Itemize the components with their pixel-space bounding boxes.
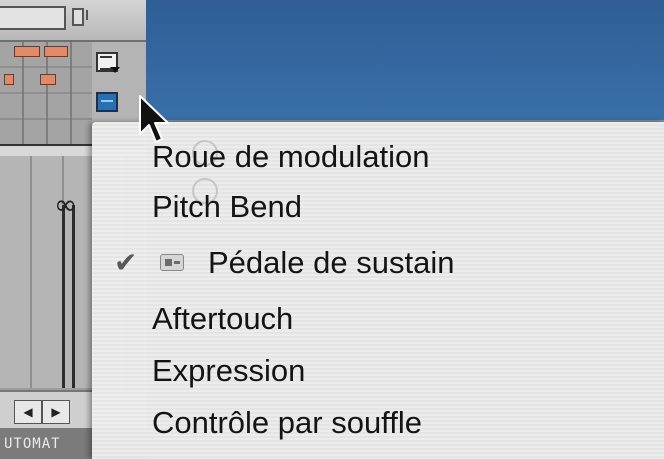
pedal-icon — [160, 254, 184, 271]
controller-popup-menu: Roue de modulation Pitch Bend ✔ Pédale d… — [92, 122, 664, 459]
note-block[interactable] — [14, 46, 40, 57]
menu-item-sustain-pedal[interactable]: ✔ Pédale de sustain — [92, 238, 664, 288]
menu-item-label: Aftertouch — [152, 301, 294, 336]
note-block[interactable] — [4, 74, 14, 85]
menu-item-label: Pédale de sustain — [208, 245, 455, 280]
toolbar-strip — [0, 0, 146, 42]
toolbar-divider — [86, 10, 94, 20]
menu-item-aftertouch[interactable]: Aftertouch — [92, 294, 664, 344]
toolbar-handle[interactable] — [72, 8, 84, 26]
controller-select-icon[interactable] — [96, 52, 120, 73]
note-block[interactable] — [40, 74, 56, 85]
menu-item-label: Roue de modulation — [152, 139, 430, 174]
arrow-right-icon: ▶ — [51, 405, 61, 419]
loop-icon: ∞ — [54, 188, 78, 221]
menu-item-breath-control[interactable]: Contrôle par souffle — [92, 398, 664, 448]
menu-item-label: Expression — [152, 353, 306, 388]
track-slider[interactable] — [0, 6, 66, 30]
next-button[interactable]: ▶ — [42, 400, 70, 424]
note-lane[interactable] — [0, 42, 92, 144]
menu-item-expression[interactable]: Expression — [92, 346, 664, 396]
arrow-left-icon: ◀ — [23, 405, 33, 419]
desktop-background — [146, 0, 664, 120]
menu-item-label: Pitch Bend — [152, 189, 302, 224]
automation-line — [72, 205, 75, 388]
menu-item-modulation-wheel[interactable]: Roue de modulation — [92, 132, 664, 182]
checkmark-icon: ✔ — [114, 246, 138, 279]
controller-lane-icon[interactable] — [96, 92, 118, 112]
note-block[interactable] — [44, 46, 68, 57]
previous-button[interactable]: ◀ — [14, 400, 42, 424]
mouse-cursor-icon — [139, 95, 169, 143]
menu-item-label: Contrôle par souffle — [152, 405, 422, 440]
automation-line — [62, 205, 65, 388]
menu-item-pitch-bend[interactable]: Pitch Bend — [92, 182, 664, 232]
